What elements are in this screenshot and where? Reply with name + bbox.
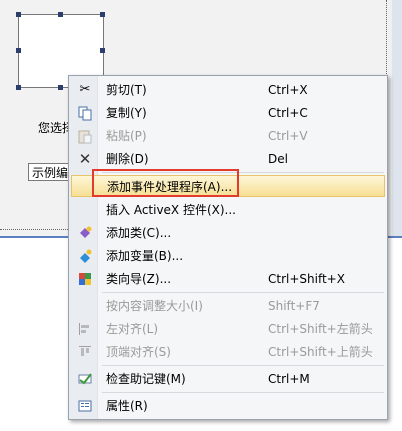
menu-item-insert-activex[interactable]: 插入 ActiveX 控件(X)... (71, 199, 385, 221)
menu-item-label: 顶端对齐(S) (106, 345, 171, 359)
resize-handle-tm[interactable] (58, 12, 63, 17)
menu-item-shortcut: Ctrl+Shift+上箭头 (268, 345, 373, 359)
menu-separator (102, 365, 384, 366)
cut-icon: ✂ (79, 82, 91, 97)
resize-handle-bm[interactable] (58, 85, 63, 90)
copy-icon (77, 105, 93, 121)
menu-item-properties[interactable]: 属性(R) (71, 395, 385, 417)
menu-item-label: 添加变量(B)... (106, 249, 184, 263)
menu-item-shortcut: Ctrl+X (268, 83, 308, 97)
menu-item-align-left[interactable]: 左对齐(L) Ctrl+Shift+左箭头 (71, 318, 385, 340)
menu-item-paste[interactable]: 粘贴(P) Ctrl+V (71, 125, 385, 147)
editor-margin (392, 0, 402, 238)
menu-item-shortcut: Del (268, 152, 288, 166)
menu-item-label: 属性(R) (106, 399, 148, 413)
menu-item-size-to-content[interactable]: 按内容调整大小(I) Shift+F7 (71, 295, 385, 317)
menu-item-add-class[interactable]: 添加类(C)... (71, 222, 385, 244)
menu-item-shortcut: Ctrl+Shift+左箭头 (268, 322, 373, 336)
menu-item-copy[interactable]: 复制(Y) Ctrl+C (71, 102, 385, 124)
add-class-icon (77, 225, 93, 241)
menu-item-label: 类向导(Z)... (106, 272, 172, 286)
resize-handle-tr[interactable] (100, 12, 105, 17)
highlight-annotation (92, 169, 239, 197)
menu-item-class-wizard[interactable]: 类向导(Z)... Ctrl+Shift+X (71, 268, 385, 290)
check-mnemonics-icon (77, 371, 93, 387)
menu-item-label: 检查助记键(M) (106, 372, 186, 386)
menu-item-shortcut: Ctrl+V (268, 129, 308, 143)
menu-item-label: 复制(Y) (106, 106, 147, 120)
context-menu: ✂ 剪切(T) Ctrl+X 复制(Y) Ctrl+C 粘贴(P) Ctrl+V… (68, 75, 388, 420)
menu-item-label: 按内容调整大小(I) (106, 299, 203, 313)
menu-item-shortcut: Shift+F7 (268, 299, 320, 313)
menu-separator (102, 392, 384, 393)
resize-handle-ml[interactable] (16, 48, 21, 53)
align-top-icon (77, 344, 93, 360)
align-left-icon (77, 321, 93, 337)
menu-item-add-variable[interactable]: 添加变量(B)... (71, 245, 385, 267)
properties-icon (77, 398, 93, 414)
menu-item-label: 删除(D) (106, 152, 149, 166)
menu-separator (102, 292, 384, 293)
menu-item-check-mnemonics[interactable]: 检查助记键(M) Ctrl+M (71, 368, 385, 390)
menu-item-label: 粘贴(P) (106, 129, 147, 143)
menu-item-delete[interactable]: ✕ 删除(D) Del (71, 148, 385, 170)
resize-handle-bl[interactable] (16, 85, 21, 90)
delete-icon: ✕ (78, 150, 92, 168)
menu-item-label: 添加类(C)... (106, 226, 172, 240)
add-variable-icon (77, 248, 93, 264)
paste-icon (77, 128, 93, 144)
resize-handle-mr[interactable] (100, 48, 105, 53)
menu-item-shortcut: Ctrl+M (268, 372, 310, 386)
menu-item-align-top[interactable]: 顶端对齐(S) Ctrl+Shift+上箭头 (71, 341, 385, 363)
menu-item-label: 剪切(T) (106, 83, 147, 97)
resize-handle-tl[interactable] (16, 12, 21, 17)
edit-control[interactable]: 示例编 (28, 163, 72, 181)
menu-item-label: 插入 ActiveX 控件(X)... (106, 203, 236, 217)
menu-item-label: 左对齐(L) (106, 322, 159, 336)
class-wizard-icon (77, 271, 93, 287)
menu-item-cut[interactable]: ✂ 剪切(T) Ctrl+X (71, 79, 385, 101)
menu-item-shortcut: Ctrl+C (268, 106, 308, 120)
menu-item-shortcut: Ctrl+Shift+X (268, 272, 345, 286)
